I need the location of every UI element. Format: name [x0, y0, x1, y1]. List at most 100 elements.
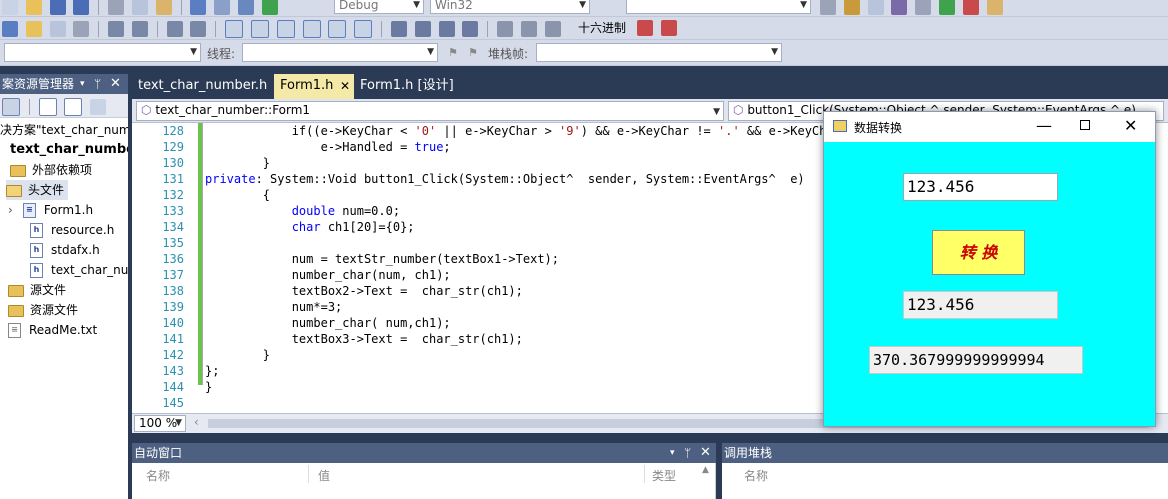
folder-icon: [8, 304, 24, 317]
bold-icon[interactable]: [73, 21, 90, 37]
comment-icon[interactable]: [166, 21, 183, 37]
chevron-down-icon: ▼: [771, 47, 778, 57]
maximize-icon[interactable]: [1080, 120, 1090, 130]
class-diagram-icon[interactable]: [90, 99, 107, 115]
start-page-icon[interactable]: [939, 0, 956, 15]
format-icon[interactable]: [2, 21, 18, 37]
scroll-left-icon[interactable]: ‹: [194, 415, 199, 429]
chevron-right-icon[interactable]: ›: [8, 203, 13, 217]
show-all-files-icon[interactable]: [38, 98, 57, 116]
redo-icon[interactable]: [214, 0, 231, 15]
code-line: }: [205, 156, 271, 170]
config-combo[interactable]: Debug ▼: [334, 0, 424, 14]
toolbar-row-2: 十六进制: [0, 17, 1168, 40]
font-icon[interactable]: [49, 21, 66, 37]
class-combo[interactable]: ⬡ text_char_number::Form1 ▼: [136, 101, 724, 121]
pin-icon[interactable]: ᛘ: [94, 74, 101, 94]
open-icon[interactable]: [25, 0, 42, 15]
convert-button[interactable]: 转 换: [932, 230, 1025, 275]
close-icon[interactable]: ✕: [110, 74, 121, 94]
tree-project[interactable]: text_char_number: [10, 140, 128, 160]
undo-icon[interactable]: [190, 0, 207, 15]
bookmark-prev-icon[interactable]: [250, 20, 269, 38]
close-icon[interactable]: ✕: [340, 74, 350, 98]
bookmark-list-icon[interactable]: [354, 20, 373, 38]
stack-frame-combo[interactable]: ▼: [536, 43, 782, 62]
tree-form1-h[interactable]: › ≡ Form1.h: [8, 200, 93, 220]
bookmark-next-icon[interactable]: [276, 20, 295, 38]
uncomment-icon[interactable]: [190, 21, 207, 37]
autos-col-value[interactable]: 值: [318, 467, 330, 484]
step-over-icon[interactable]: [520, 21, 537, 37]
column-divider: [308, 465, 309, 483]
new-project-icon[interactable]: [2, 0, 18, 15]
find-in-files-icon[interactable]: [820, 0, 836, 15]
tree-source-files[interactable]: 源文件: [8, 280, 66, 300]
paste-icon[interactable]: [155, 0, 172, 15]
tree-resource-files[interactable]: 资源文件: [8, 300, 78, 320]
chevron-down-icon: ▼: [800, 0, 807, 10]
autos-col-type[interactable]: 类型: [652, 467, 676, 484]
tree-external-deps[interactable]: 外部依赖项: [10, 160, 92, 180]
line-number: 140: [162, 316, 184, 330]
start-debug-icon[interactable]: [261, 0, 278, 15]
properties-icon[interactable]: [2, 98, 20, 116]
copy-icon[interactable]: [131, 0, 148, 15]
scroll-up-icon[interactable]: ▲: [702, 465, 709, 475]
bookmark-folder-icon[interactable]: [302, 20, 321, 38]
textbox-input[interactable]: 123.456: [903, 173, 1058, 201]
flag-icon[interactable]: ⚑: [448, 46, 462, 59]
outdent-icon[interactable]: [131, 21, 148, 37]
bookmark-icon[interactable]: [225, 20, 244, 38]
textbox-result[interactable]: 123.456: [903, 291, 1058, 319]
save-all-icon[interactable]: [73, 0, 90, 15]
properties-icon[interactable]: [867, 0, 884, 15]
minimize-icon[interactable]: —: [1036, 116, 1052, 135]
tab-form1-h[interactable]: Form1.h ✕: [274, 74, 354, 99]
textbox-tripled[interactable]: 370.367999999999994: [869, 346, 1083, 374]
cut-icon[interactable]: [108, 0, 125, 15]
pin-dropdown-icon[interactable]: ▾: [670, 443, 675, 463]
zoom-combo[interactable]: 100 % ▼: [134, 415, 186, 432]
tree-solution[interactable]: 决方案"text_char_num: [0, 120, 128, 140]
toolbox-icon[interactable]: [891, 0, 908, 15]
navigate-back-icon[interactable]: [238, 0, 255, 15]
save-icon[interactable]: [49, 0, 66, 15]
thread-flag-icon[interactable]: ⚑: [468, 46, 482, 59]
continue-icon[interactable]: [390, 21, 407, 37]
pin-dropdown-icon[interactable]: ▾: [80, 74, 85, 94]
solution-explorer-icon[interactable]: [843, 0, 860, 15]
extension-icon[interactable]: [986, 0, 1003, 15]
breakpoints-window-icon[interactable]: [660, 20, 677, 36]
tree-resource-h[interactable]: h resource.h: [30, 220, 114, 240]
tree-readme[interactable]: ≡ ReadMe.txt: [8, 320, 97, 340]
break-all-icon[interactable]: [414, 21, 431, 37]
callstack-col-name[interactable]: 名称: [744, 467, 768, 484]
find-combo[interactable]: ▼: [626, 0, 811, 14]
tree-text-char-number-h[interactable]: htext_char_num: [30, 260, 128, 280]
pointer-icon[interactable]: [25, 21, 42, 37]
close-icon[interactable]: ✕: [1124, 116, 1137, 135]
pin-icon[interactable]: ᛘ: [684, 443, 691, 463]
tree-header-files[interactable]: 头文件: [6, 180, 69, 200]
hex-toggle[interactable]: 十六进制: [578, 20, 626, 37]
indent-icon[interactable]: [108, 21, 125, 37]
bookmark-clear-icon[interactable]: [328, 20, 347, 38]
refresh-icon[interactable]: [64, 98, 83, 116]
autos-col-name[interactable]: 名称: [146, 467, 170, 484]
stop-icon[interactable]: [438, 21, 455, 37]
autos-title: 自动窗口: [134, 446, 183, 460]
class-view-icon[interactable]: [962, 0, 979, 15]
close-icon[interactable]: ✕: [700, 443, 711, 463]
tools-icon[interactable]: [915, 0, 932, 15]
platform-combo[interactable]: Win32 ▼: [430, 0, 590, 14]
tab-text-char-number-h[interactable]: text_char_number.h: [132, 74, 274, 99]
process-combo[interactable]: ▼: [4, 43, 201, 62]
tab-form1-h-design[interactable]: Form1.h [设计]: [354, 74, 474, 99]
step-out-icon[interactable]: [544, 21, 561, 37]
show-next-statement-icon[interactable]: [637, 20, 653, 36]
tree-stdafx-h[interactable]: h stdafx.h: [30, 240, 100, 260]
thread-combo[interactable]: ▼: [242, 43, 438, 62]
step-into-icon[interactable]: [497, 21, 514, 37]
restart-icon[interactable]: [462, 21, 479, 37]
